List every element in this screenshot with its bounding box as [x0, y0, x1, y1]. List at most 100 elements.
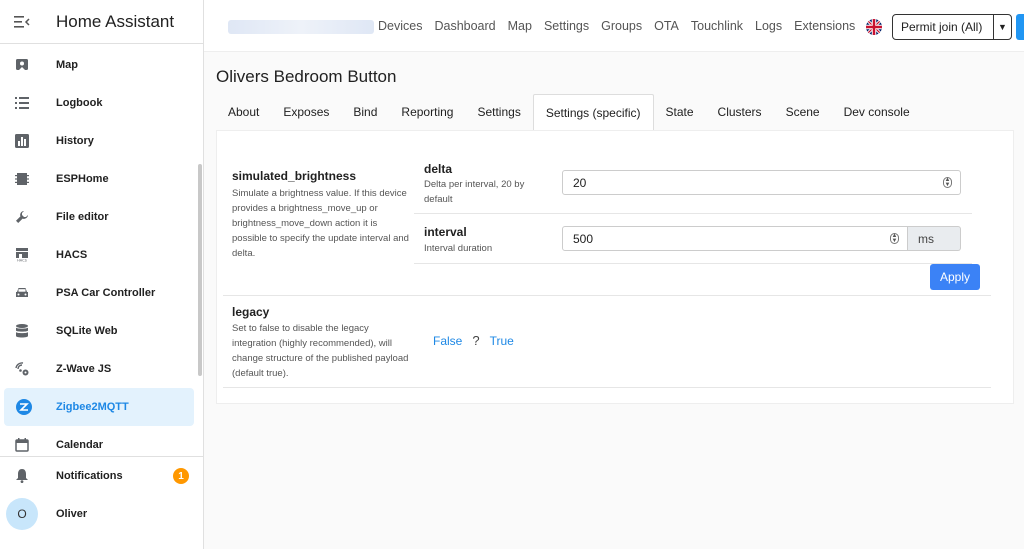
- sidebar-item-hacs[interactable]: HACS HACS: [0, 236, 200, 274]
- tab-reporting[interactable]: Reporting: [389, 94, 465, 130]
- sidebar-item-label: History: [56, 135, 94, 147]
- map-icon: [0, 58, 44, 72]
- uk-flag-icon[interactable]: [866, 19, 882, 35]
- sidebar-item-calendar[interactable]: Calendar: [0, 426, 200, 452]
- divider: [223, 387, 991, 388]
- nav-link-dashboard[interactable]: Dashboard: [434, 19, 495, 33]
- tab-state[interactable]: State: [654, 94, 706, 130]
- sidebar-item-label: PSA Car Controller: [56, 287, 156, 299]
- tab-about[interactable]: About: [216, 94, 271, 130]
- permit-join-button[interactable]: Permit join (All) ▼: [892, 14, 1012, 40]
- esphome-icon: [0, 172, 44, 186]
- sidebar-item-label: ESPHome: [56, 173, 109, 185]
- permit-join-label: Permit join (All): [901, 20, 983, 34]
- legacy-true-option[interactable]: True: [490, 334, 514, 348]
- bell-icon: [0, 469, 44, 483]
- delta-hint: Delta per interval, 20 by default: [424, 179, 525, 205]
- legacy-title: legacy: [232, 305, 270, 319]
- sidebar-item-user[interactable]: O Oliver: [0, 495, 204, 533]
- interval-hint: Interval duration: [424, 243, 493, 254]
- delta-value: 20: [573, 175, 587, 190]
- simulated-brightness-title: simulated_brightness: [232, 169, 357, 183]
- tab-settings[interactable]: Settings: [465, 94, 532, 130]
- sidebar-item-label: Calendar: [56, 439, 104, 451]
- legacy-toggle: False ? True: [433, 333, 514, 348]
- avatar: O: [6, 498, 38, 530]
- sidebar-list: Map Logbook History ESPHome File editor …: [0, 46, 200, 452]
- legacy-description: Set to false to disable the legacy integ…: [232, 323, 409, 379]
- stepper-icon[interactable]: ▲ ▼: [943, 177, 952, 188]
- device-tabs: About Exposes Bind Reporting Settings Se…: [216, 94, 922, 130]
- legacy-false-option[interactable]: False: [433, 334, 462, 348]
- divider: [223, 295, 991, 296]
- interval-value: 500: [573, 231, 594, 246]
- sidebar-item-map[interactable]: Map: [0, 46, 200, 84]
- zwave-icon: [0, 362, 44, 376]
- nav-link-groups[interactable]: Groups: [601, 19, 642, 33]
- apply-button[interactable]: Apply: [930, 264, 980, 290]
- nav-link-devices[interactable]: Devices: [378, 19, 422, 33]
- interval-unit: ms: [908, 226, 961, 251]
- notification-badge: 1: [173, 468, 189, 484]
- tab-bind[interactable]: Bind: [341, 94, 389, 130]
- menu-toggle-icon[interactable]: [0, 0, 44, 44]
- top-nav: Devices Dashboard Map Settings Groups OT…: [204, 0, 1024, 52]
- sidebar-scrollbar[interactable]: [198, 164, 202, 376]
- sidebar-item-label: Z-Wave JS: [56, 363, 112, 375]
- stepper-icon[interactable]: ▲ ▼: [890, 233, 899, 244]
- legacy-unknown-state[interactable]: ?: [472, 333, 479, 348]
- sidebar-bottom: Notifications 1 O Oliver: [0, 456, 204, 533]
- sidebar-item-label: HACS: [56, 249, 88, 261]
- tab-dev-console[interactable]: Dev console: [832, 94, 922, 130]
- logbook-icon: [0, 97, 44, 109]
- sidebar-item-z-wave-js[interactable]: Z-Wave JS: [0, 350, 200, 388]
- sidebar-item-psa-car-controller[interactable]: PSA Car Controller: [0, 274, 200, 312]
- sidebar-header: Home Assistant: [0, 0, 203, 44]
- tab-settings-specific[interactable]: Settings (specific): [532, 94, 654, 130]
- tab-exposes[interactable]: Exposes: [271, 94, 341, 130]
- sidebar-item-zigbee2mqtt[interactable]: Zigbee2MQTT: [4, 388, 194, 426]
- car-icon: [0, 287, 44, 299]
- calendar-icon: [0, 438, 44, 452]
- interval-label: interval: [424, 225, 467, 239]
- nav-link-logs[interactable]: Logs: [755, 19, 782, 33]
- blurred-brand: [228, 20, 374, 34]
- sidebar: Home Assistant Map Logbook History ESPHo…: [0, 0, 204, 549]
- history-icon: [0, 134, 44, 148]
- simulated-brightness-description: Simulate a brightness value. If this dev…: [232, 188, 409, 259]
- nav-link-settings[interactable]: Settings: [544, 19, 589, 33]
- delta-label: delta: [424, 162, 453, 176]
- sidebar-item-label: Map: [56, 59, 78, 71]
- database-icon: [0, 324, 44, 338]
- top-right-button[interactable]: [1016, 14, 1024, 40]
- nav-link-ota[interactable]: OTA: [654, 19, 679, 33]
- sidebar-item-file-editor[interactable]: File editor: [0, 198, 200, 236]
- nav-link-touchlink[interactable]: Touchlink: [691, 19, 743, 33]
- chevron-down-icon[interactable]: ▼: [993, 15, 1011, 39]
- tab-scene[interactable]: Scene: [774, 94, 832, 130]
- user-name: Oliver: [56, 508, 88, 520]
- interval-input[interactable]: 500 ▲ ▼: [562, 226, 908, 251]
- delta-row: delta Delta per interval, 20 by default …: [414, 156, 972, 214]
- page-title: Olivers Bedroom Button: [216, 67, 397, 86]
- sidebar-item-notifications[interactable]: Notifications 1: [0, 457, 204, 495]
- settings-card: simulated_brightness Simulate a brightne…: [216, 130, 1014, 404]
- app-title: Home Assistant: [56, 11, 175, 31]
- sidebar-item-esphome[interactable]: ESPHome: [0, 160, 200, 198]
- sidebar-item-sqlite-web[interactable]: SQLite Web: [0, 312, 200, 350]
- sidebar-item-logbook[interactable]: Logbook: [0, 84, 200, 122]
- sidebar-item-label: File editor: [56, 211, 109, 223]
- sidebar-item-label: Notifications: [56, 470, 123, 482]
- wrench-icon: [0, 210, 44, 224]
- sidebar-item-label: Logbook: [56, 97, 103, 109]
- zigbee-icon: [4, 399, 44, 415]
- delta-input[interactable]: 20 ▲ ▼: [562, 170, 961, 195]
- sidebar-item-history[interactable]: History: [0, 122, 200, 160]
- nav-link-extensions[interactable]: Extensions: [794, 19, 855, 33]
- hacs-icon: HACS: [0, 248, 44, 262]
- sidebar-item-label: Zigbee2MQTT: [56, 401, 129, 413]
- nav-link-map[interactable]: Map: [508, 19, 532, 33]
- interval-row: interval Interval duration 500 ▲ ▼ ms: [414, 214, 972, 264]
- sidebar-item-label: SQLite Web: [56, 325, 118, 337]
- tab-clusters[interactable]: Clusters: [706, 94, 774, 130]
